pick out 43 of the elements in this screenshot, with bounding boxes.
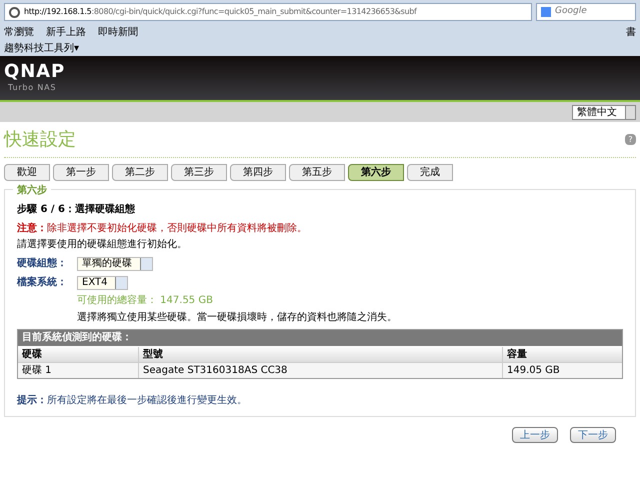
step-tab[interactable]: 完成 bbox=[407, 164, 453, 181]
field-label: 硬碟組態： bbox=[17, 256, 68, 271]
step-heading: 步驟 6 / 6：選擇硬碟組態 bbox=[17, 202, 136, 217]
address-field[interactable]: http://192.168.1.5:8080/cgi-bin/quick/quick.cgi?func=quick05_main_submit&counter=1314236653&subf bbox=[4, 3, 532, 21]
table-cell: Seagate ST3160318AS CC38 bbox=[138, 363, 502, 378]
table-cell-text: 硬碟 1 bbox=[21, 364, 53, 378]
bookmark-link[interactable]: 新手上路 bbox=[46, 24, 86, 40]
search-field[interactable]: Google bbox=[536, 3, 636, 21]
note-text: 選擇將獨立使用某些硬碟。當一硬碟損壞時，儲存的資料也將隨之消失。 bbox=[77, 310, 398, 325]
tip-text: 所有設定將在最後一步確認後進行變更生效。 bbox=[47, 394, 247, 408]
capacity-text: 可使用的總容量： 147.55 GB bbox=[77, 294, 214, 308]
search-placeholder: Google bbox=[555, 5, 587, 18]
page-title: 快速設定 bbox=[4, 128, 76, 152]
warning-label: 注意： bbox=[17, 221, 47, 236]
step-tab[interactable]: 第五步 bbox=[289, 164, 345, 181]
step-tab[interactable]: 歡迎 bbox=[4, 164, 50, 181]
step-tab[interactable]: 第二步 bbox=[112, 164, 168, 181]
dropdown[interactable]: 單獨的硬碟 bbox=[77, 256, 153, 270]
instruction-text: 請選擇要使用的硬碟組態進行初始化。 bbox=[17, 238, 188, 252]
bookmark-link[interactable]: 即時新聞 bbox=[98, 24, 138, 40]
warning-text: 除非選擇不要初始化硬碟，否則硬碟中所有資料將被刪除。 bbox=[47, 222, 307, 236]
step-tab[interactable]: 第一步 bbox=[53, 164, 109, 181]
language-select[interactable]: 繁體中文 bbox=[572, 104, 636, 120]
step-tab[interactable]: 第四步 bbox=[230, 164, 286, 181]
field-label: 檔案系統： bbox=[17, 275, 68, 290]
nav-button[interactable]: 下一步 bbox=[570, 427, 616, 443]
site-icon bbox=[9, 6, 20, 18]
nav-button[interactable]: 上一步 bbox=[512, 427, 558, 443]
bookmark-link[interactable]: 常瀏覽 bbox=[4, 24, 34, 40]
url-path: :8080/cgi-bin/quick/quick.cgi?func=quick05_main_submit&counter=1314236653&subf bbox=[91, 6, 417, 18]
bookmarks-menu[interactable]: 書 bbox=[626, 24, 636, 40]
logo-subtitle: Turbo NAS bbox=[8, 82, 58, 94]
step-tab[interactable]: 第三步 bbox=[171, 164, 227, 181]
table-caption: 目前系統偵測到的硬碟： bbox=[18, 330, 622, 346]
tip-label: 提示： bbox=[17, 394, 47, 408]
column-header: 硬碟 bbox=[20, 348, 43, 362]
table-cell: 149.05 GB bbox=[502, 363, 622, 378]
toolbar-label[interactable]: 趨勢科技工具列▾ bbox=[4, 40, 80, 56]
step-tab[interactable]: 第六步 bbox=[348, 164, 404, 181]
url-host: http://192.168.1.5 bbox=[24, 6, 92, 18]
panel-legend: 第六步 bbox=[13, 183, 51, 198]
dropdown[interactable]: EXT4 bbox=[77, 276, 128, 290]
logo: QNAP bbox=[4, 62, 66, 82]
